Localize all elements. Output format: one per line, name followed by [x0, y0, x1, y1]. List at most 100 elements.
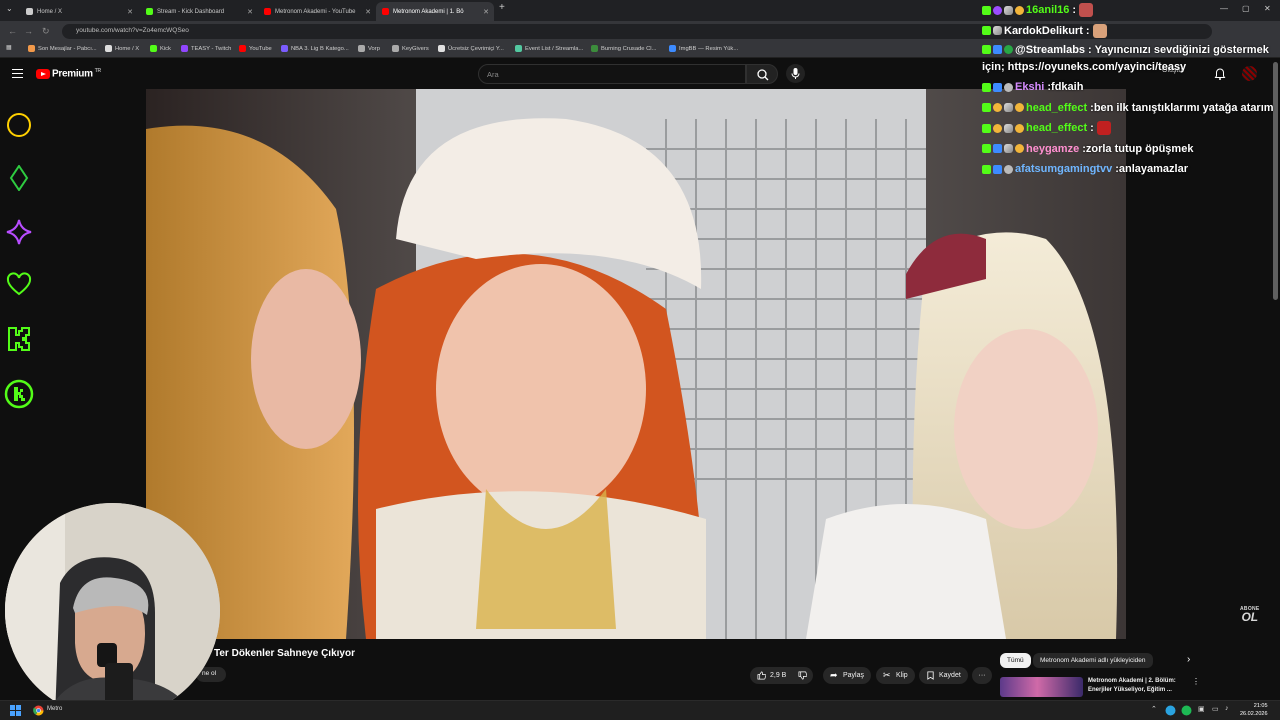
- chat-username[interactable]: head_effect: [1026, 122, 1087, 134]
- heart-shape-icon: [6, 272, 32, 296]
- video-player[interactable]: [146, 89, 1126, 639]
- recommended-more-button[interactable]: ⋮: [1192, 677, 1200, 686]
- streamer-webcam: [5, 503, 220, 718]
- chat-message-text: ben ilk tanıştıklarımı yatağa atarım: [1093, 101, 1274, 114]
- search-input[interactable]: Ara: [478, 64, 746, 84]
- bookmark-add-icon: [927, 671, 934, 680]
- bookmark-item[interactable]: Home / X: [105, 45, 139, 52]
- bookmark-favicon-icon: [392, 45, 399, 52]
- chat-emote-icon: [1096, 121, 1111, 136]
- bookmark-item[interactable]: Event List / Streamla...: [515, 45, 583, 52]
- apps-icon[interactable]: ▦: [6, 45, 11, 51]
- search-button[interactable]: [746, 64, 778, 84]
- video-title: Ter Dökenler Sahneye Çıkıyor: [214, 648, 355, 659]
- diamond-shape-icon: [9, 165, 29, 191]
- chat-username[interactable]: afatsumgamingtvv: [1015, 163, 1112, 175]
- forward-button[interactable]: →: [24, 26, 33, 36]
- tab-search-icon[interactable]: ⌄: [6, 4, 13, 13]
- dislike-button[interactable]: [792, 667, 813, 684]
- bookmark-favicon-icon: [181, 45, 188, 52]
- share-button[interactable]: ➦ Paylaş: [823, 667, 872, 684]
- chat-username[interactable]: head_effect: [1026, 102, 1087, 114]
- chat-message: @Streamlabs: Yayıncınızı sevdiğinizi gös…: [982, 41, 1280, 77]
- tab-close-icon[interactable]: ✕: [483, 8, 489, 16]
- chat-username[interactable]: 16anil16: [1026, 4, 1069, 16]
- bookmark-item[interactable]: TEASY - Twitch: [181, 45, 231, 52]
- chat-username[interactable]: @Streamlabs: [1015, 44, 1085, 56]
- save-button[interactable]: Kaydet: [919, 667, 968, 684]
- thumbs-up-icon: [757, 671, 766, 680]
- voice-search-button[interactable]: [786, 64, 805, 83]
- bookmark-item[interactable]: Ücretsiz Çevrimiçi Y...: [438, 45, 504, 52]
- microphone-icon: [791, 68, 800, 79]
- chat-badge-icon: [982, 103, 991, 113]
- bookmark-item[interactable]: YouTube: [239, 45, 272, 52]
- tab-title: Stream - Kick Dashboard: [157, 8, 225, 15]
- bookmark-item[interactable]: KeyGivers: [392, 45, 429, 52]
- youtube-premium-logo[interactable]: Premium TR: [52, 68, 101, 79]
- chip-from-uploader[interactable]: Metronom Akademi adlı yükleyiciden: [1033, 653, 1153, 668]
- chat-badge-icon: [1004, 103, 1013, 113]
- subscribe-watermark[interactable]: ABONE OL: [1240, 606, 1260, 623]
- chat-badge-icon: [993, 144, 1002, 154]
- tab-title: Metronom Akademi - YouTube: [275, 8, 356, 15]
- browser-tab[interactable]: Home / X ✕: [20, 2, 138, 21]
- bookmark-label: ImgBB — Resim Yük...: [679, 45, 739, 52]
- chat-username[interactable]: Ekshi: [1015, 81, 1044, 93]
- menu-icon[interactable]: [12, 69, 23, 78]
- chat-badge-icon: [993, 5, 1002, 15]
- tab-close-icon[interactable]: ✕: [127, 8, 133, 16]
- bookmark-item[interactable]: Son Mesajlar - Pabcı...: [28, 45, 97, 52]
- tab-close-icon[interactable]: ✕: [365, 8, 371, 16]
- bookmark-favicon-icon: [358, 45, 365, 52]
- more-actions-button[interactable]: ···: [972, 667, 992, 684]
- chat-badge-icon: [982, 123, 991, 133]
- recommended-video-thumbnail[interactable]: [1000, 677, 1083, 697]
- chat-message: heygamze: zorla tutup öpüşmek: [982, 139, 1280, 160]
- bookmark-favicon-icon: [281, 45, 288, 52]
- chat-badge-icon: [993, 123, 1002, 133]
- bookmark-label: Vorp: [368, 45, 380, 52]
- volume-icon[interactable]: ♪: [1225, 705, 1229, 712]
- chat-message: Ekshi: fdkaih: [982, 77, 1280, 98]
- new-tab-button[interactable]: +: [499, 2, 505, 13]
- recommended-video-title[interactable]: Metronom Akademi | 2. Bölüm: Enerjiler Y…: [1088, 677, 1188, 694]
- chips-next-button[interactable]: ›: [1180, 653, 1197, 668]
- youtube-logo-icon[interactable]: [36, 69, 50, 79]
- chat-badge-icon: [993, 82, 1002, 92]
- bookmark-favicon-icon: [239, 45, 246, 52]
- browser-tab[interactable]: Metronom Akademi - YouTube ✕: [258, 2, 376, 21]
- chat-message-text: anlayamazlar: [1118, 163, 1188, 176]
- back-button[interactable]: ←: [8, 26, 17, 36]
- chat-badge-icon: [982, 164, 991, 174]
- tray-spotify-icon[interactable]: [1181, 705, 1192, 716]
- clip-button[interactable]: ✂ Klip: [876, 667, 915, 684]
- bookmark-item[interactable]: ImgBB — Resim Yük...: [669, 45, 738, 52]
- bookmark-label: NBA 3. Lig B Katego...: [291, 45, 349, 52]
- tray-telegram-icon[interactable]: [1165, 705, 1176, 716]
- bookmark-item[interactable]: NBA 3. Lig B Katego...: [281, 45, 349, 52]
- bookmark-item[interactable]: Vorp: [358, 45, 380, 52]
- network-icon[interactable]: ▭: [1212, 705, 1219, 713]
- bookmark-favicon-icon: [150, 45, 157, 52]
- chat-badge-icon: [1004, 144, 1013, 154]
- system-clock[interactable]: 21:05 26.02.2026: [1240, 703, 1268, 718]
- tab-close-icon[interactable]: ✕: [247, 8, 253, 16]
- browser-tab[interactable]: Stream - Kick Dashboard ✕: [140, 2, 258, 21]
- chat-separator: :: [1090, 122, 1094, 135]
- url-text: youtube.com/watch?v=Zo4emcWQSeo: [76, 27, 189, 34]
- reload-button[interactable]: ↻: [42, 26, 50, 37]
- chip-all[interactable]: Tümü: [1000, 653, 1031, 668]
- chat-username[interactable]: KardokDelikurt: [1004, 25, 1083, 37]
- search-icon: [757, 69, 769, 81]
- browser-tab[interactable]: Metronom Akademi | 1. Bö ✕: [376, 2, 494, 21]
- like-button[interactable]: 2,9 B: [750, 667, 794, 684]
- bookmark-item[interactable]: Kick: [150, 45, 171, 52]
- windows-start-icon[interactable]: [10, 705, 21, 716]
- tray-app-icon[interactable]: ▣: [1198, 705, 1205, 713]
- chat-username[interactable]: heygamze: [1026, 143, 1079, 155]
- bookmark-favicon-icon: [28, 45, 35, 52]
- tray-overflow-icon[interactable]: ⌃: [1151, 705, 1157, 713]
- bookmark-item[interactable]: Burning Crusade Cl...: [591, 45, 656, 52]
- chrome-taskbar-icon[interactable]: [33, 705, 44, 716]
